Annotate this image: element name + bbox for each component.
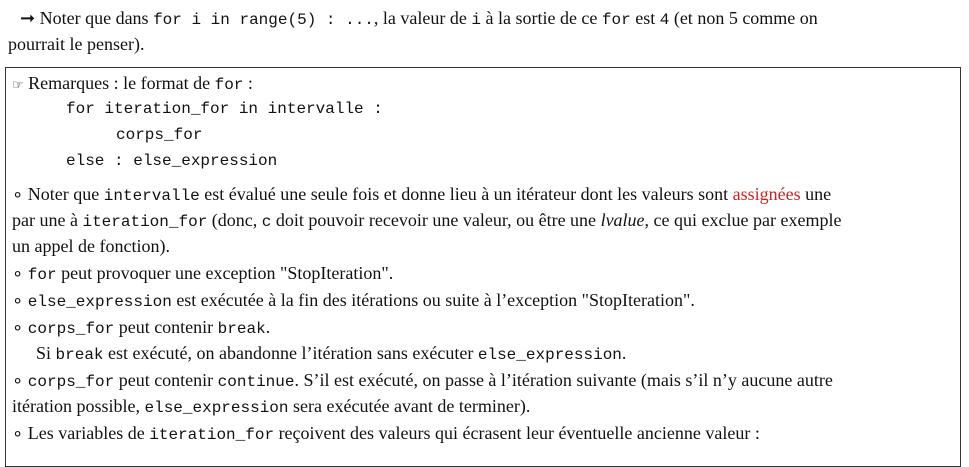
text: est exécutée à la fin des itérations ou …	[176, 290, 695, 310]
text: peut contenir	[118, 317, 214, 337]
pointing-hand-icon: ☞	[12, 78, 24, 93]
text: pourrait le penser).	[8, 34, 145, 54]
text: reçoivent des valeurs qui écrasent leur …	[278, 423, 760, 443]
text: . S’il est exécuté, on passe à l’itérati…	[294, 370, 833, 390]
text: est	[635, 8, 656, 28]
bullet-icon: ∘	[12, 317, 24, 337]
code-line-3: else : else_expression	[66, 152, 278, 170]
remark-1-cont2: un appel de fonction).	[12, 234, 170, 258]
remark-5-cont: itération possible, else_expression sera…	[12, 394, 530, 420]
remarks-box: ☞ Remarques : le format de for : for ite…	[5, 67, 961, 467]
text: (et non 5 comme on	[673, 8, 818, 28]
code: i	[471, 11, 481, 29]
text: itération possible,	[12, 396, 140, 416]
text: Remarques : le format de	[28, 73, 211, 93]
text: Si	[36, 343, 52, 363]
remark-1: ∘ Noter que intervalle est évalué une se…	[12, 182, 831, 208]
bullet-icon: ∘	[12, 370, 24, 390]
text: .	[265, 317, 271, 337]
intro-line-2: pourrait le penser).	[8, 32, 144, 56]
remark-5: ∘ corps_for peut contenir continue. S’il…	[12, 368, 833, 394]
intro-line-1: ➞ Noter que dans for i in range(5) : ...…	[20, 6, 818, 32]
bullet-icon: ∘	[12, 290, 24, 310]
text: , la valeur de	[373, 8, 467, 28]
code: else_expression	[27, 293, 172, 311]
code: intervalle	[103, 187, 200, 205]
code: c	[261, 213, 272, 231]
remark-3: ∘ else_expression est exécutée à la fin …	[12, 288, 695, 314]
remark-6: ∘ Les variables de iteration_for reçoive…	[12, 421, 760, 447]
text: peut contenir	[118, 370, 214, 390]
remark-4-cont: Si break est exécuté, on abandonne l’ité…	[36, 341, 626, 367]
code: else_expression	[144, 399, 289, 417]
code: corps_for	[27, 320, 115, 338]
text: , ce qui exclue par exemple	[644, 210, 842, 230]
code: break	[55, 346, 104, 364]
remarks-heading: ☞ Remarques : le format de for :	[12, 71, 253, 98]
code-line-2: corps_for	[116, 126, 203, 144]
text: sera exécutée avant de terminer).	[293, 396, 531, 416]
code: break	[217, 320, 266, 338]
text: doit pouvoir recevoir une valeur, ou êtr…	[275, 210, 597, 230]
highlight: assignées	[732, 184, 801, 204]
bullet-icon: ∘	[12, 263, 24, 283]
code: for	[601, 11, 631, 29]
text: est évalué une seule fois et donne lieu …	[204, 184, 729, 204]
code-line-1: for iteration_for in intervalle :	[66, 100, 383, 118]
text: par une à	[12, 210, 78, 230]
bullet-icon: ∘	[12, 423, 24, 443]
code: corps_for	[27, 373, 115, 391]
text: peut provoquer une exception "StopIterat…	[61, 263, 394, 283]
code: continue	[217, 373, 295, 391]
code: iteration_for	[82, 213, 208, 231]
text: une	[805, 184, 832, 204]
text: à la sortie de ce	[485, 8, 598, 28]
text: .	[621, 343, 627, 363]
code: for	[27, 266, 57, 284]
code: for	[214, 76, 244, 94]
remark-2: ∘ for peut provoquer une exception "Stop…	[12, 261, 393, 287]
text: est exécuté, on abandonne l’itération sa…	[108, 343, 474, 363]
code: 4	[659, 11, 670, 29]
remark-1-cont: par une à iteration_for (donc, c doit po…	[12, 208, 841, 234]
italic: lvalue	[600, 210, 645, 230]
bullet-icon: ∘	[12, 184, 24, 204]
text: Noter que dans	[39, 8, 149, 28]
code: for i in range(5) : ...	[153, 11, 374, 29]
text: Noter que	[27, 184, 100, 204]
text: (donc,	[211, 210, 258, 230]
remark-4: ∘ corps_for peut contenir break.	[12, 315, 270, 341]
arrow-icon: ➞	[20, 8, 36, 28]
text: :	[247, 73, 253, 93]
text: un appel de fonction).	[12, 236, 170, 256]
text: Les variables de	[27, 423, 145, 443]
code: iteration_for	[149, 426, 275, 444]
code: else_expression	[477, 346, 622, 364]
